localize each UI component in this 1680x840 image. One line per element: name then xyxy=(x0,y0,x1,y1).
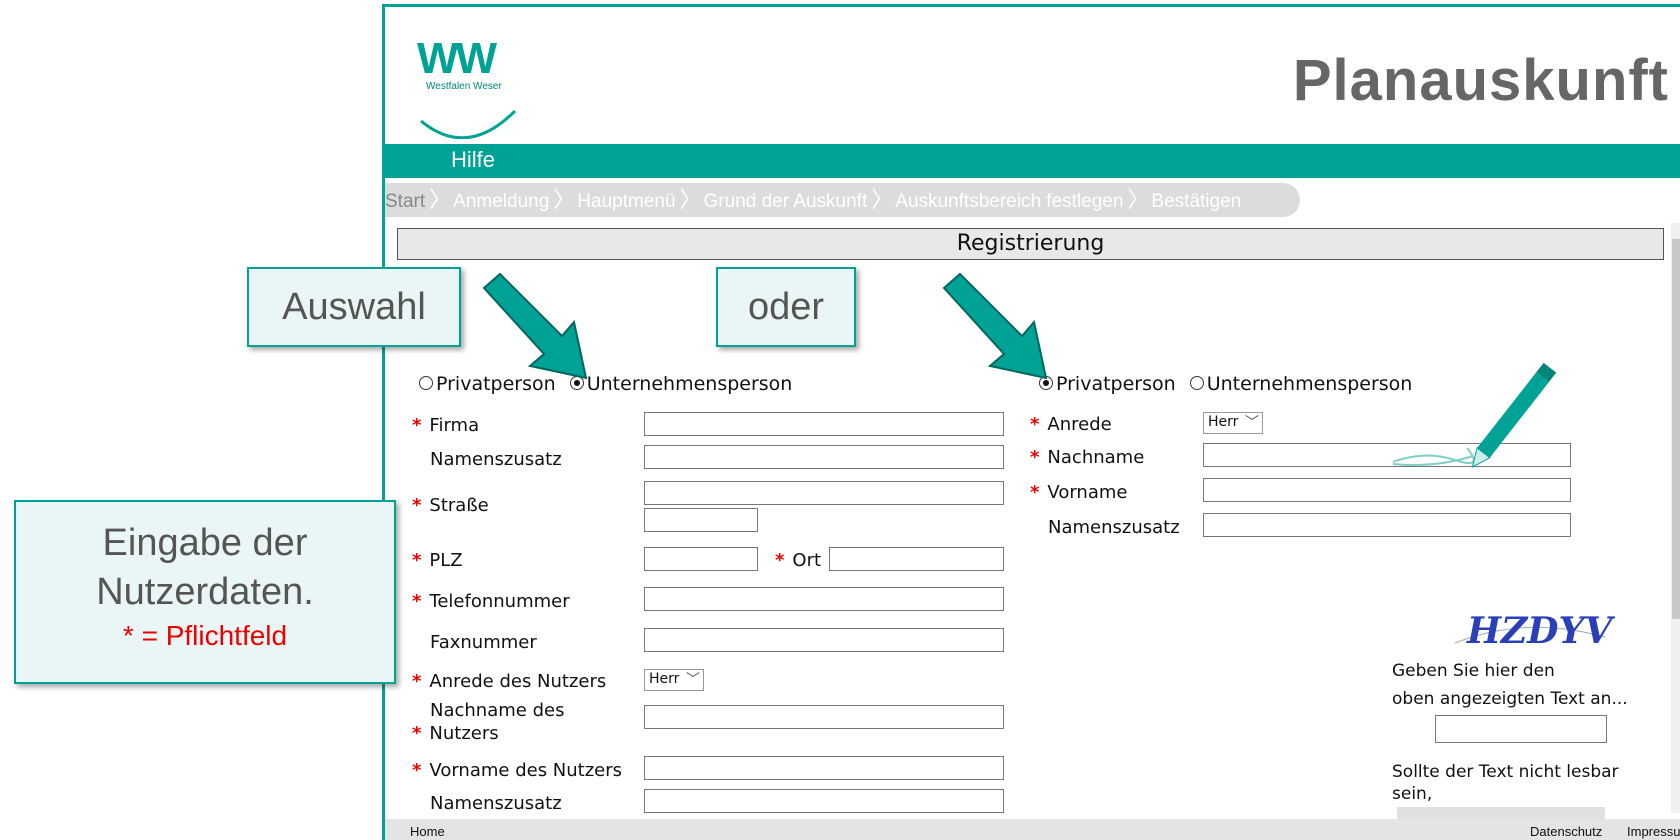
label-namenszusatz-right: Namenszusatz xyxy=(1048,517,1180,538)
top-menu-bar: Hilfe xyxy=(385,144,1680,178)
vorname-nutzer-input[interactable] xyxy=(644,756,1004,780)
app-title: Planauskunft xyxy=(1292,48,1669,113)
radio-unternehmensperson-right[interactable] xyxy=(1189,375,1204,390)
breadcrumb-separator-icon: 〉 xyxy=(1127,187,1150,212)
breadcrumb-separator-icon: 〉 xyxy=(679,187,702,212)
label-telefonnummer: * Telefonnummer xyxy=(412,591,570,612)
logo-swoosh-icon xyxy=(420,109,517,139)
breadcrumb-separator-icon: 〉 xyxy=(871,187,894,212)
hausnummer-input[interactable] xyxy=(644,508,758,532)
captcha-image: HZDYV xyxy=(1454,610,1615,652)
label-nachname-nutzer: Nachname des * Nutzers xyxy=(412,700,565,744)
breadcrumb-step-start[interactable]: Start xyxy=(385,185,429,219)
radio-label-unternehmen-right: Unternehmensperson xyxy=(1206,373,1413,395)
breadcrumb-separator-icon: 〉 xyxy=(429,187,452,212)
telefonnummer-input[interactable] xyxy=(644,587,1004,611)
captcha-input[interactable] xyxy=(1435,715,1607,743)
radio-label-privat-right: Privatperson xyxy=(1056,373,1176,395)
strasse-input[interactable] xyxy=(644,481,1004,505)
left-person-type-group: Privatperson Unternehmensperson xyxy=(419,373,792,395)
chevron-down-icon: ﹀ xyxy=(1245,415,1259,431)
firma-input[interactable] xyxy=(644,412,1004,436)
vertical-scrollbar[interactable] xyxy=(1671,223,1680,813)
label-anrede: * Anrede xyxy=(1030,414,1112,435)
nachname-nutzer-input[interactable] xyxy=(644,705,1004,729)
company-logo[interactable]: WW Westfalen Weser xyxy=(417,34,521,139)
breadcrumb-separator-icon: 〉 xyxy=(553,187,576,212)
breadcrumb-step-auskunftsbereich[interactable]: Auskunftsbereich festlegen xyxy=(895,185,1127,219)
namenszusatz-input[interactable] xyxy=(644,445,1004,469)
label-strasse: * Straße xyxy=(412,495,489,516)
label-firma: * Firma xyxy=(412,415,480,436)
captcha-unreadable-line2: sein, xyxy=(1392,784,1433,804)
namenszusatz-nutzer-input[interactable] xyxy=(644,789,1004,813)
breadcrumb: Start 〉 Anmeldung 〉 Hauptmenü 〉 Grund der Ausk… xyxy=(385,183,1300,217)
vorname-input[interactable] xyxy=(1203,478,1571,502)
pen-icon xyxy=(1392,362,1557,469)
anrede-select[interactable]: Herr ﹀ xyxy=(1203,412,1263,434)
anrede-nutzer-select[interactable]: Herr ﹀ xyxy=(644,669,704,691)
ort-input[interactable] xyxy=(829,547,1004,571)
arrow-down-right-icon xyxy=(942,272,1048,380)
svg-text:HZDYV: HZDYV xyxy=(1466,610,1615,652)
captcha-unreadable-line1: Sollte der Text nicht lesbar xyxy=(1392,762,1619,782)
help-menu-link[interactable]: Hilfe xyxy=(451,147,495,173)
plz-input[interactable] xyxy=(644,547,758,571)
breadcrumb-step-anmeldung[interactable]: Anmeldung xyxy=(453,185,553,219)
label-namenszusatz: Namenszusatz xyxy=(430,449,562,470)
captcha-prompt-line2: oben angezeigten Text an... xyxy=(1392,689,1628,709)
breadcrumb-step-hauptmenue[interactable]: Hauptmenü xyxy=(577,185,679,219)
arrow-down-right-icon xyxy=(482,272,588,380)
breadcrumb-step-bestaetigen[interactable]: Bestätigen xyxy=(1151,185,1245,219)
radio-label-unternehmen-left: Unternehmensperson xyxy=(586,373,793,395)
captcha-refresh-button[interactable] xyxy=(1397,807,1605,819)
scrollbar-thumb[interactable] xyxy=(1672,239,1680,619)
chevron-down-icon: ﹀ xyxy=(686,672,700,688)
label-vorname: * Vorname xyxy=(1030,482,1128,503)
callout-oder: oder xyxy=(716,267,856,347)
namenszusatz-right-input[interactable] xyxy=(1203,513,1571,537)
logo-mark: WW xyxy=(417,34,497,83)
label-vorname-nutzer: * Vorname des Nutzers xyxy=(412,760,623,781)
captcha-prompt-line1: Geben Sie hier den xyxy=(1392,661,1555,681)
label-namenszusatz-nutzer: Namenszusatz xyxy=(430,793,562,814)
callout-auswahl: Auswahl xyxy=(247,267,461,347)
label-anrede-nutzer: * Anrede des Nutzers xyxy=(412,671,607,692)
breadcrumb-step-grund[interactable]: Grund der Auskunft xyxy=(704,185,872,219)
label-faxnummer: Faxnummer xyxy=(430,632,537,653)
label-nachname: * Nachname xyxy=(1030,447,1145,468)
radio-privatperson-left[interactable] xyxy=(419,375,433,390)
label-plz: * PLZ xyxy=(412,550,463,571)
right-person-type-group: Privatperson Unternehmensperson xyxy=(1039,373,1412,395)
browser-page: WW Westfalen Weser Planauskunft Hilfe St… xyxy=(382,4,1680,840)
callout-eingabe: Eingabe der Nutzerdaten. * = Pflichtfeld xyxy=(14,500,396,684)
faxnummer-input[interactable] xyxy=(644,628,1004,652)
section-title: Registrierung xyxy=(397,228,1664,260)
label-ort: * Ort xyxy=(775,550,822,571)
